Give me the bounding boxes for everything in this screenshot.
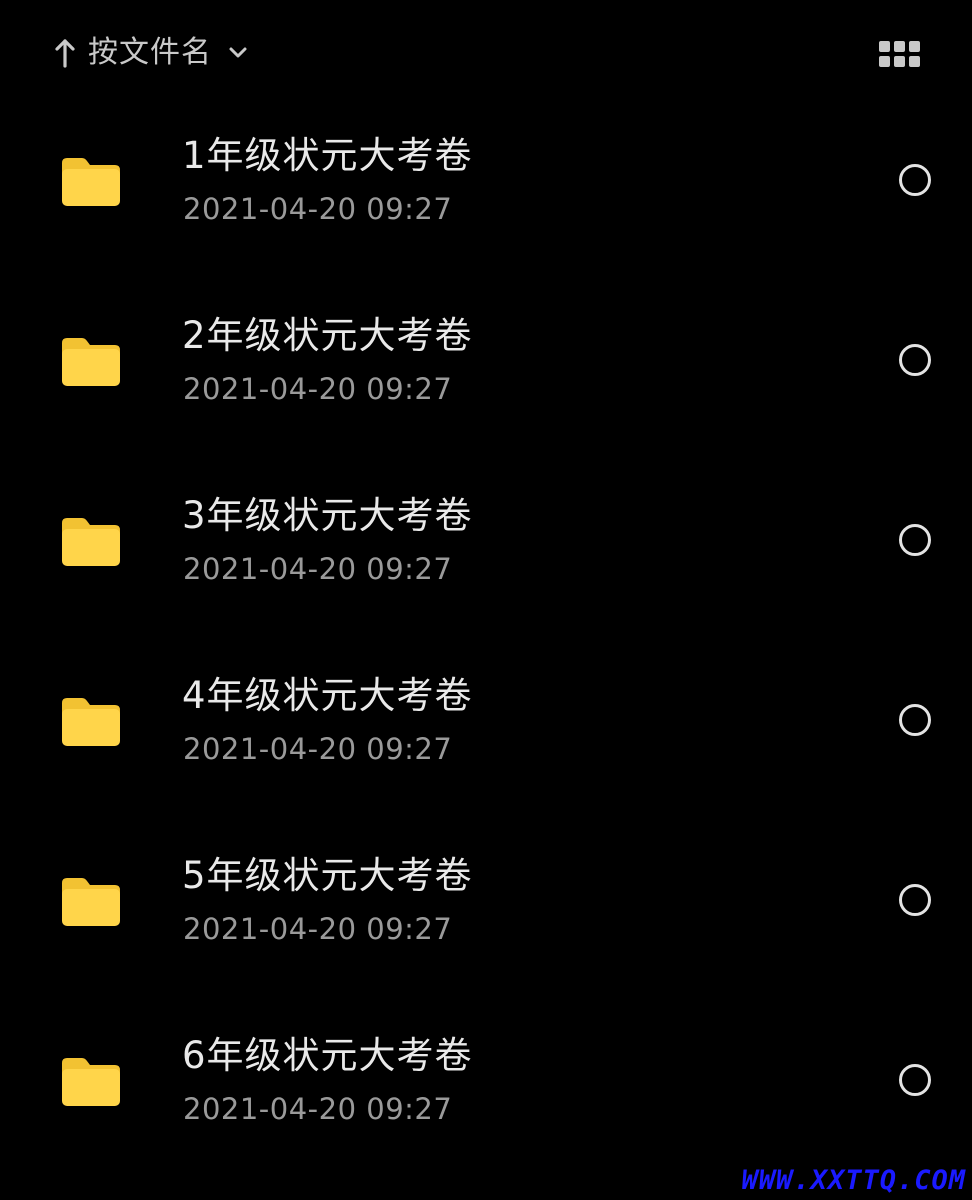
- folder-icon: [62, 336, 120, 386]
- list-item[interactable]: 3年级状元大考卷 2021-04-20 09:27: [0, 450, 972, 630]
- grid-view-icon: [879, 41, 920, 67]
- list-item[interactable]: 1年级状元大考卷 2021-04-20 09:27: [0, 90, 972, 270]
- folder-icon: [62, 516, 120, 566]
- select-radio[interactable]: [899, 344, 931, 376]
- view-mode-toggle-button[interactable]: [872, 34, 928, 74]
- list-item[interactable]: 2年级状元大考卷 2021-04-20 09:27: [0, 270, 972, 450]
- file-name: 3年级状元大考卷: [182, 494, 473, 537]
- list-item[interactable]: 5年级状元大考卷 2021-04-20 09:27: [0, 810, 972, 990]
- file-name: 1年级状元大考卷: [182, 134, 473, 177]
- folder-icon: [62, 156, 120, 206]
- folder-icon: [62, 876, 120, 926]
- select-radio[interactable]: [899, 884, 931, 916]
- file-name: 2年级状元大考卷: [182, 314, 473, 357]
- file-date: 2021-04-20 09:27: [183, 372, 453, 406]
- list-item[interactable]: 6年级状元大考卷 2021-04-20 09:27: [0, 990, 972, 1170]
- file-date: 2021-04-20 09:27: [183, 912, 453, 946]
- sort-by-name-button[interactable]: 按文件名: [52, 30, 248, 76]
- select-radio[interactable]: [899, 1064, 931, 1096]
- site-watermark: WWW.XXTTQ.COM: [741, 1165, 966, 1196]
- sort-label: 按文件名: [88, 35, 212, 70]
- file-date: 2021-04-20 09:27: [183, 732, 453, 766]
- list-item[interactable]: 4年级状元大考卷 2021-04-20 09:27: [0, 630, 972, 810]
- select-radio[interactable]: [899, 704, 931, 736]
- file-name: 4年级状元大考卷: [182, 674, 473, 717]
- file-date: 2021-04-20 09:27: [183, 192, 453, 226]
- file-name: 5年级状元大考卷: [182, 854, 473, 897]
- folder-icon: [62, 1056, 120, 1106]
- select-radio[interactable]: [899, 164, 931, 196]
- file-name: 6年级状元大考卷: [182, 1034, 473, 1077]
- folder-icon: [62, 696, 120, 746]
- select-radio[interactable]: [899, 524, 931, 556]
- file-list: 1年级状元大考卷 2021-04-20 09:27 2年级状元大考卷 2021-…: [0, 90, 972, 1170]
- arrow-up-icon: [55, 39, 75, 68]
- file-date: 2021-04-20 09:27: [183, 552, 453, 586]
- chevron-down-icon: [229, 47, 247, 58]
- file-date: 2021-04-20 09:27: [183, 1092, 453, 1126]
